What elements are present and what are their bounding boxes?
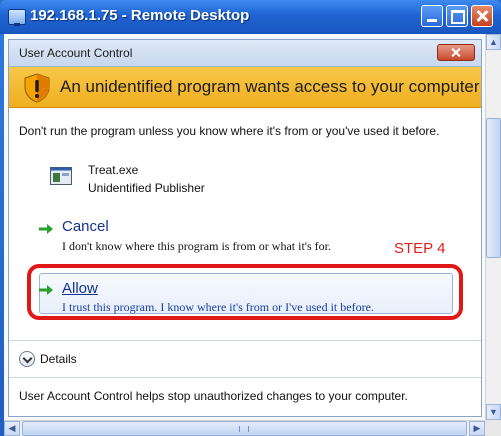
- remote-desktop-icon: [8, 9, 26, 26]
- uac-dialog: User Account Control An unidentified pro…: [8, 39, 482, 417]
- program-name: Treat.exe: [88, 163, 139, 177]
- uac-title: User Account Control: [19, 46, 133, 60]
- remote-desktop-title: 192.168.1.75 - Remote Desktop: [30, 7, 250, 24]
- uac-warning-text: Don't run the program unless you know wh…: [19, 124, 440, 138]
- allow-description: I trust this program. I know where it's …: [62, 300, 374, 314]
- scroll-right-icon[interactable]: ▶: [469, 421, 485, 436]
- shield-warning-icon: [24, 73, 50, 103]
- divider: [9, 340, 481, 341]
- close-button[interactable]: [471, 5, 493, 27]
- arrow-right-icon: [39, 224, 53, 234]
- maximize-button[interactable]: [446, 5, 468, 27]
- scroll-left-icon[interactable]: ◀: [4, 421, 20, 436]
- scrollbar-corner: [485, 420, 501, 436]
- scroll-up-icon[interactable]: ▲: [486, 34, 501, 50]
- uac-warning-banner: An unidentified program wants access to …: [9, 67, 481, 108]
- remote-desktop-titlebar[interactable]: 192.168.1.75 - Remote Desktop: [0, 0, 501, 34]
- uac-titlebar[interactable]: User Account Control: [9, 40, 481, 67]
- grip-icon: [239, 426, 249, 432]
- chevron-down-icon[interactable]: [19, 351, 35, 367]
- program-publisher: Unidentified Publisher: [88, 181, 205, 195]
- arrow-right-icon: [39, 285, 53, 295]
- horizontal-scroll-thumb[interactable]: [22, 421, 467, 436]
- step-annotation-label: STEP 4: [394, 240, 446, 257]
- vertical-scroll-thumb[interactable]: [486, 118, 501, 258]
- divider: [9, 377, 481, 378]
- minimize-button[interactable]: [421, 5, 443, 27]
- uac-close-button[interactable]: [437, 44, 475, 61]
- allow-option[interactable]: Allow: [62, 280, 98, 297]
- vertical-scrollbar[interactable]: ▲ ▼: [485, 34, 501, 420]
- cancel-description: I don't know where this program is from …: [62, 239, 331, 253]
- uac-footer-text: User Account Control helps stop unauthor…: [19, 389, 408, 403]
- remote-desktop-client-area: User Account Control An unidentified pro…: [4, 34, 485, 420]
- scroll-down-icon[interactable]: ▼: [486, 404, 501, 420]
- horizontal-scrollbar[interactable]: ◀ ▶: [4, 420, 485, 436]
- uac-banner-text: An unidentified program wants access to …: [60, 77, 480, 96]
- details-toggle[interactable]: Details: [40, 352, 77, 366]
- cancel-option[interactable]: Cancel: [62, 218, 109, 235]
- program-icon: [50, 167, 72, 185]
